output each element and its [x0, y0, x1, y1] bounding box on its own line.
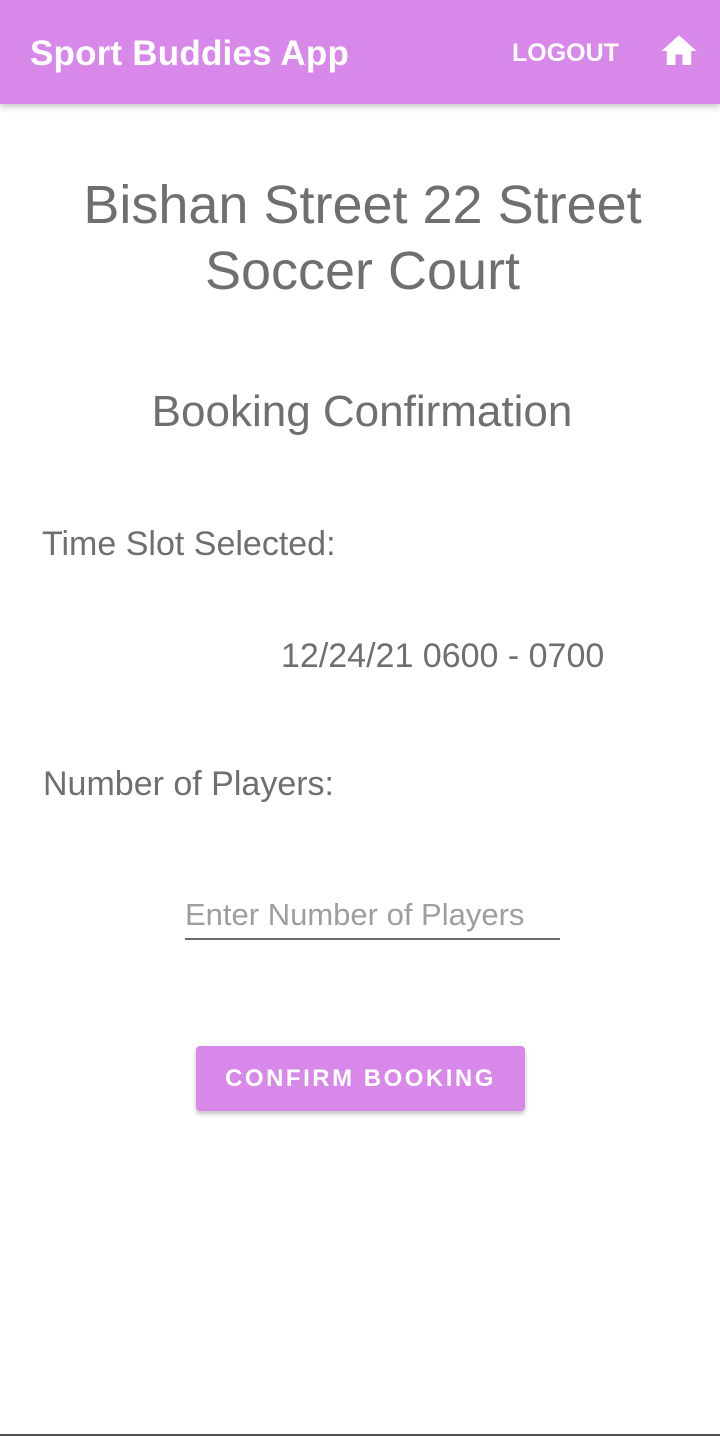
booking-confirmation-heading: Booking Confirmation [151, 387, 573, 436]
home-icon[interactable] [658, 30, 700, 72]
venue-title: Bishan Street 22 Street Soccer Court [83, 175, 642, 301]
app-bar: Sport Buddies App LOGOUT [0, 0, 720, 104]
number-of-players-input[interactable] [185, 892, 560, 940]
logout-button[interactable]: LOGOUT [512, 34, 619, 72]
home-icon-graphic [661, 35, 697, 65]
booking-confirmation-screen: Sport Buddies App LOGOUT Bishan Street 2… [0, 0, 720, 1436]
app-title: Sport Buddies App [30, 34, 350, 73]
time-slot-label: Time Slot Selected: [42, 525, 336, 563]
number-of-players-label: Number of Players: [43, 765, 334, 803]
time-slot-value: 12/24/21 0600 - 0700 [281, 637, 605, 675]
confirm-booking-button[interactable]: CONFIRM BOOKING [196, 1046, 525, 1111]
